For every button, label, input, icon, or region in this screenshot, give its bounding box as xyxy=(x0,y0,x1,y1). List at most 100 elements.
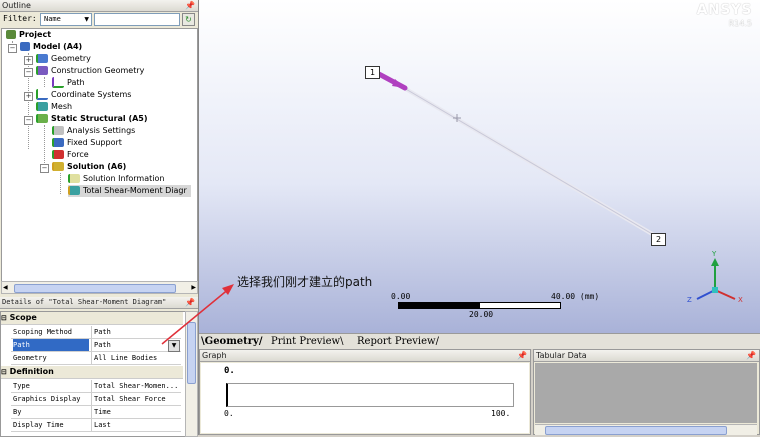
graph-title: Graph xyxy=(202,351,227,360)
path-line-core xyxy=(398,84,660,239)
triad-y-arrow xyxy=(711,258,719,266)
annotation-text: 选择我们刚才建立的path xyxy=(237,275,373,289)
tree-item-force[interactable]: Force xyxy=(52,149,89,161)
tabular-scroll-thumb[interactable] xyxy=(545,426,727,435)
tree-item-construction-geometry[interactable]: Construction Geometry xyxy=(36,65,144,77)
graph-plot-frame xyxy=(226,383,514,407)
coordinate-systems-icon xyxy=(36,89,48,100)
graph-area[interactable]: 0. 0. 100. xyxy=(201,363,529,433)
graphics-viewport[interactable]: ANSYS R14.5 1 2 选择我们刚才建立的path 0.00 40.00… xyxy=(199,0,760,333)
scroll-left-icon[interactable]: ◀ xyxy=(3,282,8,293)
tree-item-total-shear-moment[interactable]: Total Shear-Moment Diagr xyxy=(68,185,191,197)
detail-row-type[interactable]: Type Total Shear-Momen... xyxy=(11,380,181,393)
triad-y-label: Y xyxy=(712,250,717,258)
pin-icon[interactable]: 📌 xyxy=(185,0,195,11)
tree-item-project[interactable]: Project xyxy=(6,29,51,41)
tree-item-model[interactable]: Model (A4) xyxy=(20,41,82,53)
model-icon xyxy=(20,42,30,51)
tree-label-path: Path xyxy=(67,78,85,87)
tab-report-preview-label: Report Preview xyxy=(357,336,436,347)
filter-bar: Filter: Name ▼ ↻ xyxy=(0,12,198,27)
tree-label-solution: Solution (A6) xyxy=(67,162,127,171)
collapse-solution-icon[interactable]: − xyxy=(40,164,49,173)
collapse-model-icon[interactable]: − xyxy=(8,44,17,53)
graph-titlebar: Graph 📌 xyxy=(200,350,530,362)
detail-key: Display Time xyxy=(13,421,64,429)
path-icon xyxy=(52,77,64,88)
graph-pin-icon[interactable]: 📌 xyxy=(517,350,527,361)
section-definition-label: Definition xyxy=(9,367,54,376)
expand-geometry-icon[interactable]: + xyxy=(24,56,33,65)
tree-label-force: Force xyxy=(67,150,89,159)
graph-x-min-label: 0. xyxy=(224,409,234,418)
force-icon xyxy=(52,150,64,159)
detail-key: Geometry xyxy=(13,354,47,362)
fixed-support-icon xyxy=(52,138,64,147)
tab-geometry[interactable]: \Geometry/ xyxy=(201,335,263,348)
graph-panel: Graph 📌 0. 0. 100. xyxy=(199,349,531,435)
triad-origin xyxy=(712,287,718,293)
detail-row-display-time[interactable]: Display Time Last xyxy=(11,419,181,432)
tabular-pin-icon[interactable]: 📌 xyxy=(746,350,756,361)
collapse-static-structural-icon[interactable]: − xyxy=(24,116,33,125)
tree-item-fixed-support[interactable]: Fixed Support xyxy=(52,137,122,149)
tree-item-solution[interactable]: Solution (A6) xyxy=(52,161,126,173)
tree-item-analysis-settings[interactable]: Analysis Settings xyxy=(52,125,135,137)
outline-title: Outline xyxy=(2,1,31,10)
detail-row-by[interactable]: By Time xyxy=(11,406,181,419)
tree-label-project: Project xyxy=(19,30,52,39)
static-structural-icon xyxy=(36,114,48,123)
filter-select[interactable]: Name ▼ xyxy=(40,13,92,26)
detail-key: Scoping Method xyxy=(13,328,73,336)
section-definition[interactable]: ⊟ Definition xyxy=(1,366,183,379)
tree-label-construction-geometry: Construction Geometry xyxy=(51,66,145,75)
tab-print-preview[interactable]: Print Preview\ xyxy=(271,335,343,348)
collapse-construction-geometry-icon[interactable]: − xyxy=(24,68,33,77)
detail-key: Type xyxy=(13,382,30,390)
tabular-horizontal-scrollbar[interactable] xyxy=(535,424,757,435)
construction-geometry-icon xyxy=(36,66,48,75)
tree-item-geometry[interactable]: Geometry xyxy=(36,53,91,65)
tree-label-total-shear-moment: Total Shear-Moment Diagr xyxy=(83,186,187,195)
detail-key: Path xyxy=(13,339,89,351)
triad-z-label: Z xyxy=(687,296,692,304)
filter-input[interactable] xyxy=(94,13,180,26)
section-scope-label: Scope xyxy=(9,313,37,322)
expand-coordinate-systems-icon[interactable]: + xyxy=(24,92,33,101)
tree-label-geometry: Geometry xyxy=(51,54,91,63)
detail-value: Last xyxy=(91,419,181,431)
left-panel: Outline 📌 Filter: Name ▼ ↻ Project − Mod… xyxy=(0,0,199,437)
view-tabs: \Geometry/ Print Preview\ Report Preview… xyxy=(199,333,760,349)
tree-item-static-structural[interactable]: Static Structural (A5) xyxy=(36,113,148,125)
project-icon xyxy=(6,30,16,39)
details-title: Details of "Total Shear-Moment Diagram" xyxy=(2,298,167,306)
analysis-settings-icon xyxy=(52,126,64,135)
filter-label: Filter: xyxy=(3,14,37,23)
tabular-grid xyxy=(535,363,757,423)
tree-item-path[interactable]: Path xyxy=(52,77,85,89)
tab-report-preview[interactable]: Report Preview/ xyxy=(357,335,439,348)
detail-value: Total Shear Force xyxy=(91,393,181,405)
tree-label-solution-information: Solution Information xyxy=(83,174,165,183)
tree-item-coordinate-systems[interactable]: Coordinate Systems xyxy=(36,89,131,101)
tree-item-mesh[interactable]: Mesh xyxy=(36,101,72,113)
path-point-2-label: 2 xyxy=(651,233,666,246)
graph-y-top-label: 0. xyxy=(224,366,235,376)
tree-label-coordinate-systems: Coordinate Systems xyxy=(51,90,132,99)
outline-tree: Project − Model (A4) + Geometry − Constr… xyxy=(1,28,198,282)
scale-bar-black xyxy=(398,302,480,309)
scale-bar-white xyxy=(479,302,561,309)
refresh-icon[interactable]: ↻ xyxy=(182,13,195,26)
solution-icon xyxy=(52,162,64,171)
tree-label-analysis-settings: Analysis Settings xyxy=(67,126,136,135)
detail-value: All Line Bodies xyxy=(91,352,181,364)
tree-label-static-structural: Static Structural (A5) xyxy=(51,114,148,123)
detail-row-graphics-display[interactable]: Graphics Display Total Shear Force xyxy=(11,393,181,406)
tree-item-solution-information[interactable]: Solution Information xyxy=(68,173,164,185)
tabular-titlebar: Tabular Data 📌 xyxy=(534,350,759,362)
tree-label-fixed-support: Fixed Support xyxy=(67,138,122,147)
detail-row-geometry[interactable]: Geometry All Line Bodies xyxy=(11,352,181,365)
mesh-icon xyxy=(36,102,48,111)
detail-key: By xyxy=(13,408,22,416)
outline-titlebar: Outline 📌 xyxy=(0,0,198,12)
